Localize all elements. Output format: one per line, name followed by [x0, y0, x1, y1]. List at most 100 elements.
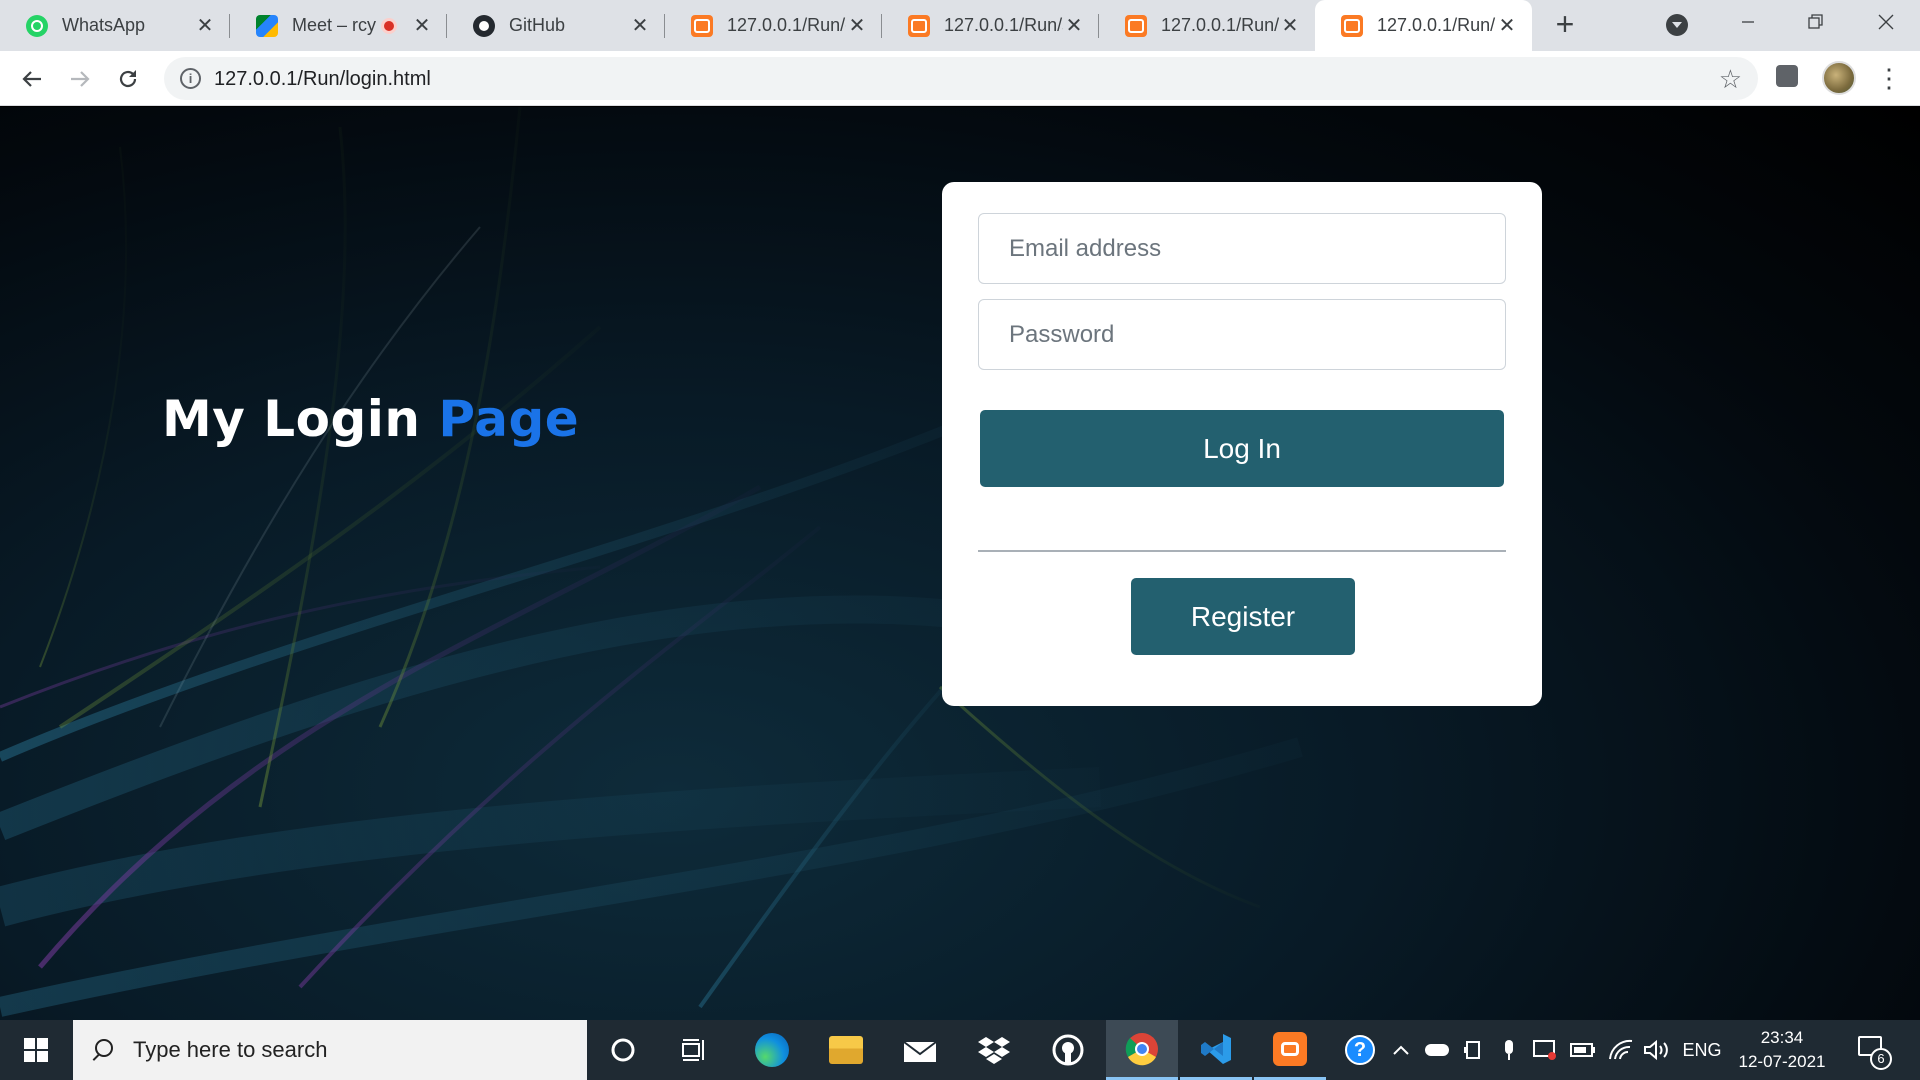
- github-icon: [473, 14, 495, 37]
- device-tray[interactable]: [1460, 1020, 1486, 1080]
- close-icon[interactable]: ✕: [411, 15, 433, 37]
- arrow-left-icon: [22, 71, 41, 87]
- windows-taskbar: Type here to search ? ENG 23:34 12-07-20…: [0, 1020, 1920, 1080]
- page-heading: My Login Page: [162, 390, 579, 448]
- dropbox-taskbar-button[interactable]: [958, 1020, 1030, 1080]
- minimize-button[interactable]: [1718, 0, 1778, 44]
- heading-main-text: My Login: [162, 390, 439, 448]
- browser-toolbar: i 127.0.0.1/Run/login.html ☆ ⋮: [0, 51, 1920, 106]
- forward-button[interactable]: [62, 61, 98, 97]
- page-content: My Login Page Log In Register: [0, 107, 1920, 1020]
- recording-icon: [381, 17, 397, 34]
- site-info-icon[interactable]: i: [180, 68, 201, 89]
- close-icon[interactable]: ✕: [1063, 15, 1085, 37]
- password-field[interactable]: [978, 299, 1506, 370]
- restore-button[interactable]: [1786, 0, 1846, 44]
- cortana-button[interactable]: [587, 1020, 659, 1080]
- task-view-button[interactable]: [659, 1020, 731, 1080]
- reload-button[interactable]: [110, 61, 146, 97]
- xampp-taskbar-button[interactable]: [1254, 1020, 1326, 1080]
- minimize-icon: [1742, 21, 1754, 23]
- volume-tray[interactable]: [1640, 1020, 1674, 1080]
- profile-avatar[interactable]: [1822, 61, 1856, 95]
- address-bar[interactable]: i 127.0.0.1/Run/login.html ☆: [164, 57, 1758, 100]
- clock-time: 23:34: [1760, 1028, 1804, 1047]
- tab-localhost-1[interactable]: 127.0.0.1/Run/c ✕: [665, 0, 882, 51]
- close-icon[interactable]: ✕: [194, 15, 216, 37]
- bookmark-star-icon[interactable]: ☆: [1719, 64, 1742, 95]
- tab-whatsapp[interactable]: WhatsApp ✕: [0, 0, 230, 51]
- whatsapp-icon: [26, 14, 48, 37]
- windows-logo-icon: [24, 1038, 48, 1062]
- mail-taskbar-button[interactable]: [884, 1020, 956, 1080]
- new-tab-button[interactable]: +: [1548, 8, 1582, 42]
- wifi-tray[interactable]: [1606, 1020, 1636, 1080]
- action-center-button[interactable]: 6: [1854, 1032, 1892, 1070]
- file-explorer-taskbar-button[interactable]: [810, 1020, 882, 1080]
- tab-title: 127.0.0.1/Run/s: [944, 15, 1063, 35]
- heading-accent-text: Page: [438, 390, 580, 448]
- chrome-icon: [1125, 1032, 1158, 1065]
- screen-recording-icon: [1533, 1040, 1556, 1060]
- close-window-button[interactable]: [1856, 0, 1916, 44]
- microphone-icon: [1505, 1040, 1513, 1060]
- vscode-icon: [1201, 1033, 1231, 1064]
- mail-icon: [903, 1041, 937, 1062]
- tab-localhost-2[interactable]: 127.0.0.1/Run/s ✕: [882, 0, 1099, 51]
- help-icon: ?: [1345, 1035, 1375, 1065]
- battery-tray[interactable]: [1568, 1020, 1598, 1080]
- microphone-tray[interactable]: [1496, 1020, 1522, 1080]
- search-icon: [91, 1039, 113, 1061]
- close-icon[interactable]: ✕: [1279, 15, 1301, 37]
- close-icon[interactable]: ✕: [846, 15, 868, 37]
- volume-icon: [1644, 1039, 1668, 1061]
- tab-title: Meet – rcy: [292, 15, 377, 35]
- tab-title: GitHub: [509, 15, 566, 35]
- chevron-up-icon: [1393, 1045, 1409, 1055]
- tab-search-icon[interactable]: [1666, 14, 1688, 36]
- show-hidden-icons-button[interactable]: [1390, 1020, 1412, 1080]
- tab-strip: WhatsApp ✕ Meet – rcy ✕ GitHub ✕ 127.0.0…: [0, 0, 1920, 51]
- cloud-icon: [1425, 1044, 1449, 1056]
- dropbox-icon: [978, 1037, 1010, 1064]
- help-tray-button[interactable]: ?: [1342, 1020, 1378, 1080]
- login-button[interactable]: Log In: [980, 410, 1504, 487]
- url-text[interactable]: 127.0.0.1/Run/login.html: [214, 68, 431, 91]
- task-view-icon: [682, 1039, 704, 1061]
- battery-icon: [1570, 1043, 1595, 1057]
- xampp-icon: [908, 14, 930, 37]
- google-meet-icon: [256, 14, 278, 37]
- extensions-puzzle-icon[interactable]: [1776, 65, 1798, 87]
- tab-localhost-3[interactable]: 127.0.0.1/Run/c ✕: [1099, 0, 1315, 51]
- xampp-icon: [1341, 14, 1363, 37]
- xampp-icon: [1273, 1031, 1307, 1066]
- vscode-taskbar-button[interactable]: [1180, 1020, 1252, 1080]
- taskbar-search[interactable]: Type here to search: [73, 1020, 587, 1080]
- restore-icon: [1808, 14, 1823, 29]
- close-icon[interactable]: ✕: [1496, 15, 1518, 37]
- tab-github[interactable]: GitHub ✕: [447, 0, 665, 51]
- tab-meet[interactable]: Meet – rcy ✕: [230, 0, 447, 51]
- screen-capture-tray[interactable]: [1530, 1020, 1560, 1080]
- register-button[interactable]: Register: [1131, 578, 1355, 655]
- back-button[interactable]: [14, 61, 50, 97]
- edge-taskbar-button[interactable]: [736, 1020, 808, 1080]
- chrome-taskbar-button[interactable]: [1106, 1020, 1178, 1080]
- reload-icon: [119, 70, 137, 88]
- taskbar-clock[interactable]: 23:34 12-07-2021: [1734, 1026, 1830, 1074]
- github-desktop-taskbar-button[interactable]: [1032, 1020, 1104, 1080]
- edge-icon: [755, 1033, 789, 1067]
- clock-date: 12-07-2021: [1738, 1052, 1826, 1071]
- github-desktop-icon: [1052, 1034, 1084, 1066]
- arrow-right-icon: [71, 71, 90, 87]
- notification-count-badge: 6: [1870, 1048, 1892, 1070]
- xampp-icon: [691, 14, 713, 37]
- onedrive-tray[interactable]: [1424, 1020, 1450, 1080]
- language-indicator[interactable]: ENG: [1680, 1020, 1724, 1080]
- close-icon[interactable]: ✕: [629, 15, 651, 37]
- wifi-icon: [1609, 1039, 1633, 1060]
- start-button[interactable]: [0, 1020, 72, 1080]
- tab-login-active[interactable]: 127.0.0.1/Run/l ✕: [1315, 0, 1532, 51]
- kebab-menu-icon[interactable]: ⋮: [1876, 63, 1902, 93]
- email-field[interactable]: [978, 213, 1506, 284]
